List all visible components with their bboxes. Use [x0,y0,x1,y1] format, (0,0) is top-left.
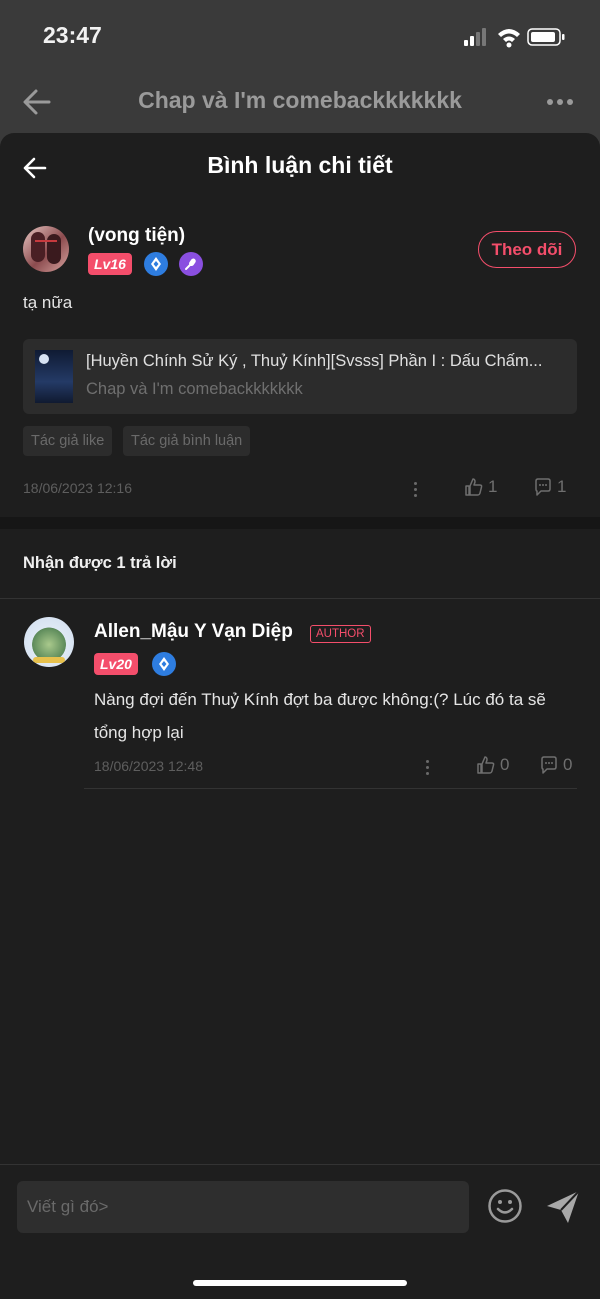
author-badge: AUTHOR [310,625,371,643]
comment-bubble-icon [535,478,551,496]
more-vertical-icon[interactable] [426,760,430,778]
comment-text: tạ nữa [23,293,73,312]
emoji-icon[interactable] [487,1188,523,1224]
reply-button[interactable]: 0 [539,755,572,775]
referenced-story-card[interactable]: [Huyền Chính Sử Ký , Thuỷ Kính][Svsss] P… [23,339,577,414]
like-button[interactable]: 1 [464,477,497,497]
comment-bubble-icon [541,756,557,774]
avatar[interactable] [24,617,74,667]
chapter-title: Chap và I'm comebackkkkkkk [86,380,303,398]
story-title: [Huyền Chính Sử Ký , Thuỷ Kính][Svsss] P… [86,352,543,370]
tag-author-comment: Tác giả bình luận [123,426,251,456]
battery-icon [527,28,565,46]
wifi-icon [498,29,520,48]
status-bar: 23:47 [0,0,600,70]
like-count: 1 [488,477,498,496]
status-time: 23:47 [43,22,102,48]
thumbs-up-icon [465,478,483,496]
reply-date: 18/06/2023 12:48 [94,758,203,774]
background-title: Chap và I'm comebackkkkkkk [138,87,462,113]
comment-username[interactable]: (vong tiện) [88,225,185,247]
comment-date: 18/06/2023 12:16 [23,480,132,496]
avatar[interactable] [23,226,69,272]
reply-text: Nàng đợi đến Thuỷ Kính đợt ba được không… [94,690,546,742]
more-icon[interactable] [546,98,574,106]
signal-icon [464,28,486,46]
comment-detail-sheet: Bình luận chi tiết (vong tiện) Lv16 Theo… [0,133,600,1299]
level-badge: Lv16 [88,253,132,275]
divider [84,788,577,789]
level-badge: Lv20 [94,653,138,675]
like-button[interactable]: 0 [476,755,509,775]
page-title: Bình luận chi tiết [207,152,393,178]
diamond-badge-icon [144,252,168,276]
story-cover-image [35,350,73,403]
input-bar-divider [0,1164,600,1165]
replies-heading: Nhận được 1 trả lời [23,554,177,572]
home-indicator [193,1280,407,1286]
send-icon[interactable] [544,1188,582,1226]
follow-button[interactable]: Theo dõi [478,231,576,268]
thumbs-up-icon [477,756,495,774]
microphone-badge-icon [179,252,203,276]
reply-username[interactable]: Allen_Mậu Y Vạn Diệp [94,621,293,643]
like-count: 0 [500,755,510,774]
divider [0,598,600,599]
comment-input[interactable] [17,1181,469,1233]
reply-count: 0 [563,755,573,774]
diamond-badge-icon [152,652,176,676]
reply-button[interactable]: 1 [533,477,566,497]
status-icons [464,26,574,48]
background-nav: Chap và I'm comebackkkkkkk [0,70,600,134]
reply-count: 1 [557,477,567,496]
tag-author-like: Tác giả like [23,426,113,456]
more-vertical-icon[interactable] [414,482,418,500]
section-divider [0,517,600,529]
